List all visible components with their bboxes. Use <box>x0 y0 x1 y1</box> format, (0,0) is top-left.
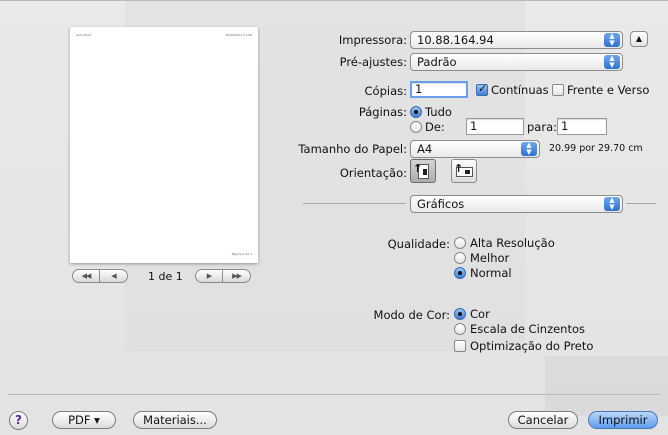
printer-value: 10.88.164.94 <box>417 33 494 47</box>
pages-to-label: para: <box>527 120 557 134</box>
color-radio[interactable] <box>454 308 466 320</box>
separator-left <box>303 203 406 204</box>
collated-label: Contínuas <box>491 83 549 97</box>
panel-value: Gráficos <box>417 197 465 211</box>
print-button[interactable]: Imprimir <box>588 411 658 429</box>
next-page-button[interactable]: ▶ <box>195 269 223 283</box>
pages-from-label: De: <box>425 120 445 134</box>
presets-label: Pré-ajustes: <box>339 55 407 69</box>
preview-header-left: Sem título <box>76 33 92 37</box>
black-optimization-checkbox[interactable] <box>454 340 466 352</box>
page-preview: Sem título 26/04/2013 17:08 Página 1 de … <box>70 27 258 263</box>
bottom-separator <box>8 394 660 395</box>
first-page-button[interactable]: ◀◀ <box>72 269 100 283</box>
up-arrow-icon: ↑ <box>454 162 464 175</box>
quality-better-radio[interactable] <box>454 252 466 264</box>
grayscale-radio[interactable] <box>454 323 466 335</box>
copies-label: Cópias: <box>364 84 407 98</box>
preview-header-right: 26/04/2013 17:08 <box>225 33 252 37</box>
quality-label: Qualidade: <box>387 237 450 251</box>
popup-arrows-icon: ▲ ▼ <box>521 142 537 156</box>
quality-high-radio[interactable] <box>454 237 466 249</box>
separator-right <box>626 203 656 204</box>
grayscale-label: Escala de Cinzentos <box>470 322 586 336</box>
panel-popup[interactable]: Gráficos ▲ ▼ <box>410 195 623 213</box>
pages-from-radio[interactable] <box>410 121 422 133</box>
background-window-fragment <box>545 356 668 416</box>
popup-arrows-icon: ▲ ▼ <box>604 55 620 69</box>
presets-popup[interactable]: Padrão ▲ ▼ <box>410 53 623 71</box>
pager-back-group: ◀◀ ◀ <box>72 269 128 283</box>
popup-arrows-icon: ▲ ▼ <box>604 197 620 211</box>
paper-dimensions: 20.99 por 29.70 cm <box>549 143 643 154</box>
printer-popup[interactable]: 10.88.164.94 ▲ ▼ <box>410 31 623 49</box>
quality-normal-radio[interactable] <box>454 267 466 279</box>
pages-all-label: Tudo <box>425 105 452 119</box>
last-page-button[interactable]: ▶▶ <box>223 269 251 283</box>
pager-forward-group: ▶ ▶▶ <box>195 269 251 283</box>
preview-footer: Página 1 de 1 <box>231 252 252 256</box>
pages-from-field[interactable]: 1 <box>466 118 524 135</box>
copies-field[interactable]: 1 <box>410 81 468 98</box>
duplex-checkbox[interactable] <box>552 84 564 96</box>
color-label: Cor <box>470 307 490 321</box>
paper-size-label: Tamanho do Papel: <box>298 142 407 156</box>
orientation-label: Orientação: <box>339 166 407 180</box>
help-icon[interactable]: ? <box>9 411 28 430</box>
disclosure-triangle-icon[interactable]: ▲ <box>630 31 648 47</box>
collated-checkbox[interactable] <box>476 82 488 96</box>
presets-value: Padrão <box>417 55 457 69</box>
paper-size-value: A4 <box>417 142 433 156</box>
previous-page-button[interactable]: ◀ <box>100 269 128 283</box>
color-mode-label: Modo de Cor: <box>373 308 450 322</box>
pdf-button[interactable]: PDF ▾ <box>52 411 116 429</box>
duplex-label: Frente e Verso <box>567 83 650 97</box>
printer-label: Impressora: <box>338 33 407 47</box>
up-arrow-icon: ↑ <box>413 162 423 175</box>
pages-label: Páginas: <box>358 105 407 119</box>
quality-normal-label: Normal <box>470 266 512 280</box>
black-optimization-label: Optimização do Preto <box>470 339 594 353</box>
print-dialog: Sem título 26/04/2013 17:08 Página 1 de … <box>0 0 668 435</box>
paper-size-popup[interactable]: A4 ▲ ▼ <box>410 140 540 158</box>
quality-better-label: Melhor <box>470 251 510 265</box>
pages-all-radio[interactable] <box>410 106 422 118</box>
landscape-button[interactable]: ↑ <box>451 159 477 183</box>
materials-button[interactable]: Materiais... <box>133 411 217 429</box>
popup-arrows-icon: ▲ ▼ <box>604 33 620 47</box>
portrait-button[interactable]: ↑ <box>410 159 436 183</box>
cancel-button[interactable]: Cancelar <box>508 411 578 429</box>
quality-high-label: Alta Resolução <box>470 236 555 250</box>
pages-to-field[interactable]: 1 <box>557 118 607 135</box>
page-count: 1 de 1 <box>148 270 183 283</box>
